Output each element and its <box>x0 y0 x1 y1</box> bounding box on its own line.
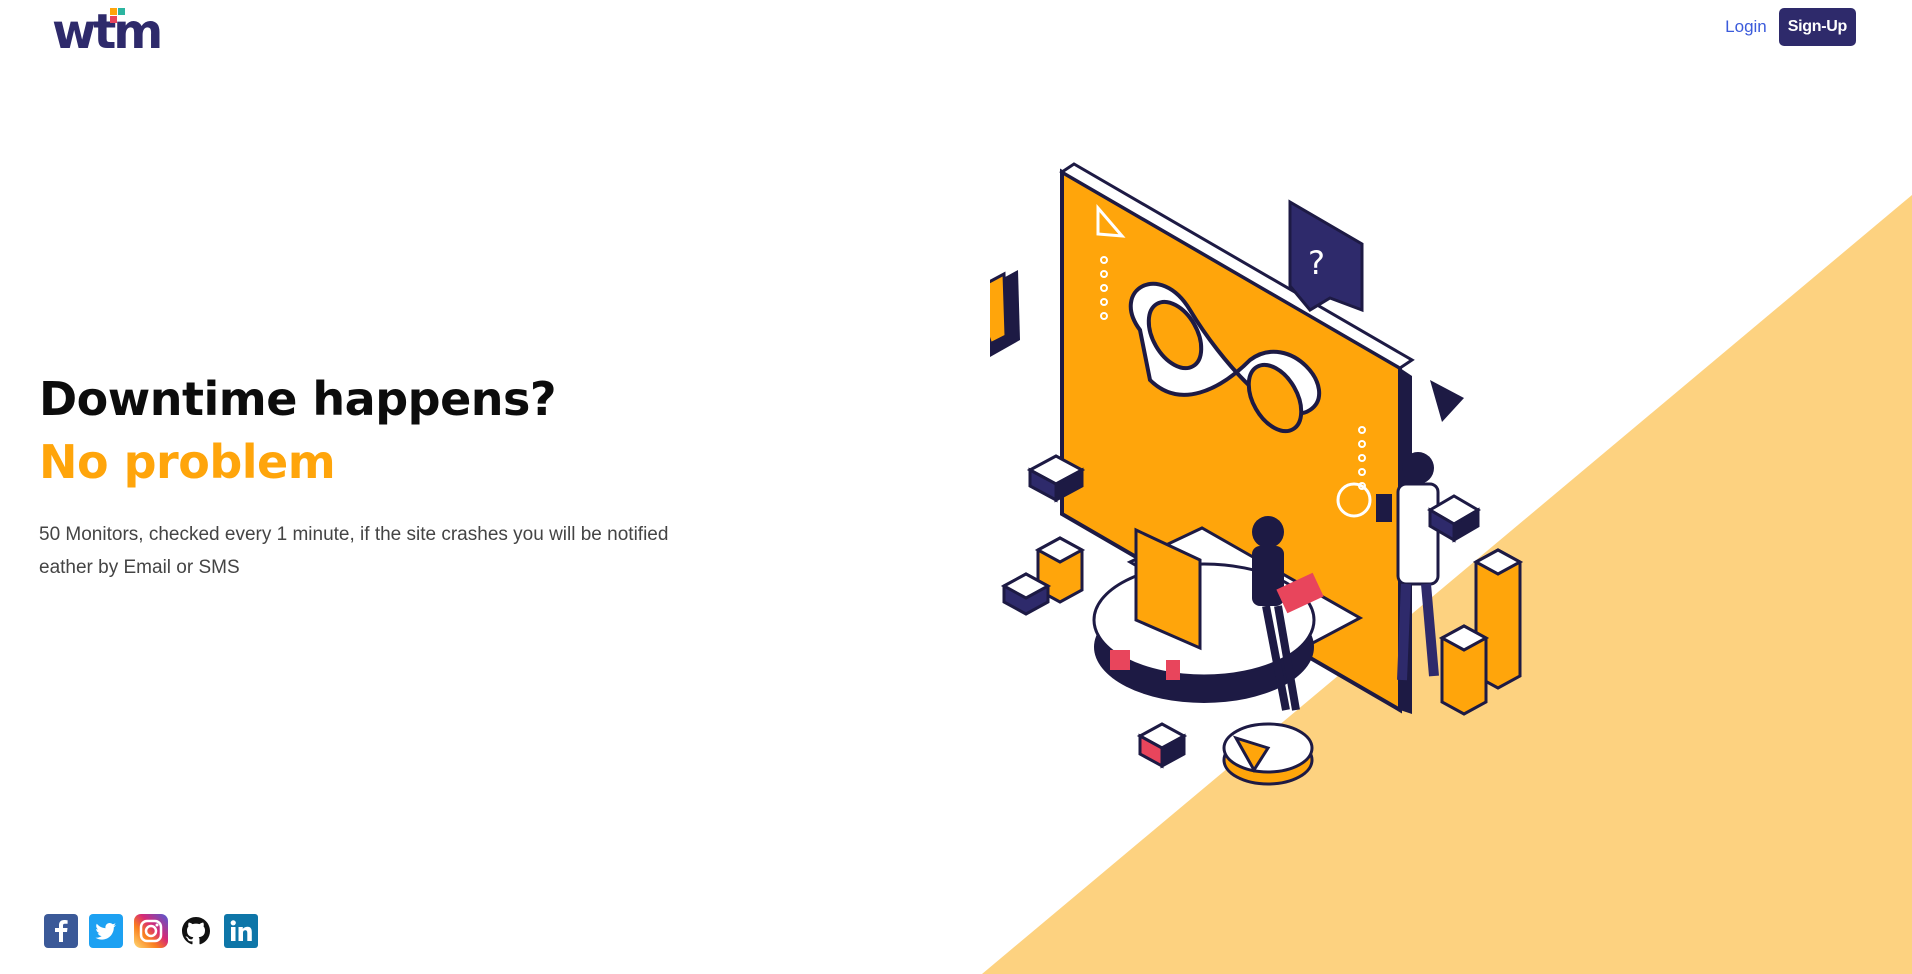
login-link[interactable]: Login <box>1725 17 1767 37</box>
hero-description: 50 Monitors, checked every 1 minute, if … <box>39 524 669 578</box>
facebook-icon[interactable] <box>44 914 78 948</box>
logo-mark: wtm <box>52 4 163 60</box>
wtm-logo[interactable]: wtm <box>52 4 192 60</box>
top-nav: Login Sign-Up <box>1725 8 1856 46</box>
hero-subheading: No problem <box>39 435 336 489</box>
svg-text:?: ? <box>1308 244 1325 282</box>
monitoring-illustration: ? <box>990 162 1524 786</box>
signup-button[interactable]: Sign-Up <box>1778 8 1856 46</box>
social-links <box>44 914 258 948</box>
chat-bubble-icon <box>990 270 1020 358</box>
hero-section: Downtime happens? No problem 50 Monitors… <box>39 368 739 584</box>
small-cube-bottom <box>1136 722 1188 769</box>
small-pie-icon <box>1222 722 1314 786</box>
cube-cluster-left <box>1000 454 1086 616</box>
logo-text: wtm <box>52 6 160 56</box>
play-icon <box>1430 380 1464 422</box>
question-bubble-icon: ? <box>1288 199 1364 313</box>
twitter-icon[interactable] <box>89 914 123 948</box>
cube-cluster-right <box>1427 494 1524 716</box>
linkedin-icon[interactable] <box>224 914 258 948</box>
instagram-icon[interactable] <box>134 914 168 948</box>
github-icon[interactable] <box>179 914 213 948</box>
hero-heading: Downtime happens? <box>39 372 557 426</box>
